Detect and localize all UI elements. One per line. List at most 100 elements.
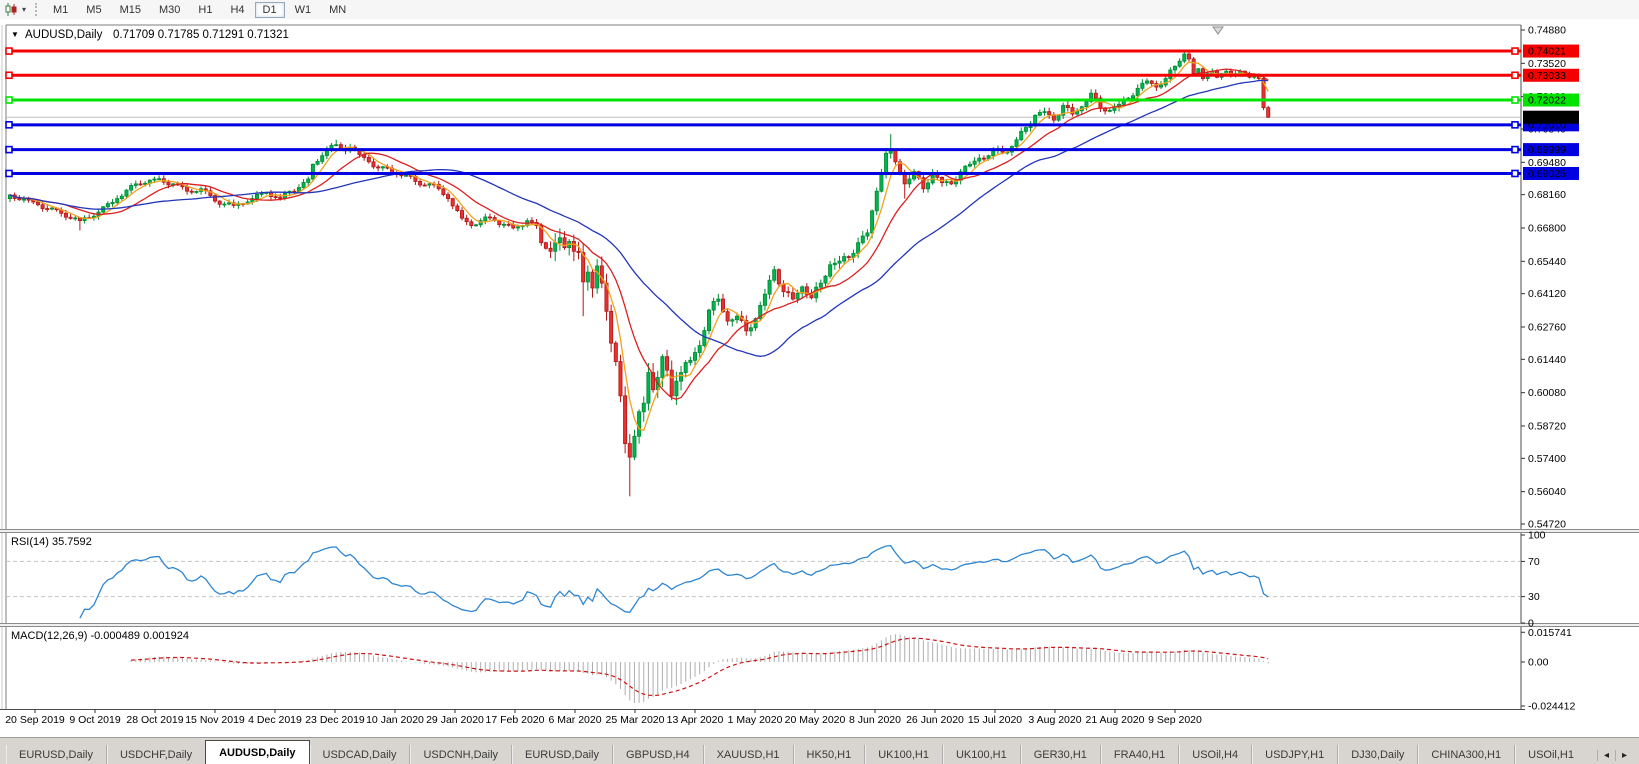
chart-header-symbol: AUDUSD,Daily: [25, 29, 103, 41]
toolbar-grip[interactable]: [35, 3, 38, 16]
candle-body: [166, 181, 171, 186]
candle-body: [35, 201, 40, 206]
chart-tab-hk50-h1[interactable]: HK50,H1: [792, 745, 865, 764]
candle-body: [506, 223, 511, 226]
support-1-handle[interactable]: [1511, 121, 1519, 129]
candle-body: [963, 165, 968, 173]
tab-scroll-left-icon[interactable]: ◂: [1596, 749, 1615, 761]
resistance-1-handle[interactable]: [1511, 47, 1519, 55]
candle-body: [217, 200, 222, 205]
timeframe-button-m30[interactable]: M30: [151, 2, 188, 18]
resistance-1-badge-label: 0.74021: [1528, 46, 1566, 58]
chart-tab-gbpusd-h4[interactable]: GBPUSD,H4: [612, 745, 703, 764]
candle-body: [189, 190, 194, 193]
candle-body: [637, 411, 642, 437]
candle-body: [17, 198, 22, 201]
date-tick-label: 6 Mar 2020: [548, 714, 601, 726]
candle-body: [595, 265, 600, 289]
timeframe-button-m15[interactable]: M15: [112, 2, 149, 18]
timeframe-button-d1[interactable]: D1: [254, 1, 285, 18]
timeframe-button-w1[interactable]: W1: [287, 2, 320, 18]
chart-header-ohlc: 0.71709 0.71785 0.71291 0.71321: [113, 29, 289, 41]
chart-canvas[interactable]: 0.748800.735200.721600.708400.694800.681…: [0, 19, 1639, 733]
candle-body: [133, 183, 138, 186]
resistance-2-handle[interactable]: [1511, 71, 1519, 80]
candle-body: [366, 157, 371, 163]
price-tick-label: 0.73520: [1528, 58, 1566, 70]
candle-body: [725, 311, 730, 322]
price-tick-label: 0.58720: [1528, 420, 1566, 432]
chart-tab-usdcad-daily[interactable]: USDCAD,Daily: [310, 745, 410, 764]
candle-body: [1140, 82, 1145, 89]
candle-body: [977, 157, 982, 162]
candle-body: [693, 352, 698, 361]
date-tick-label: 23 Dec 2019: [305, 714, 365, 726]
candle-body: [157, 178, 162, 181]
chart-tab-usdjpy-h1[interactable]: USDJPY,H1: [1251, 745, 1337, 764]
chart-tab-audusd-daily[interactable]: AUDUSD,Daily: [205, 740, 310, 764]
candle-body: [278, 196, 283, 199]
support-3-handle[interactable]: [5, 169, 13, 178]
candle-body: [21, 198, 26, 201]
candle-body: [1159, 84, 1164, 88]
resistance-2-handle[interactable]: [5, 71, 13, 80]
chart-tab-usdcnh-daily[interactable]: USDCNH,Daily: [409, 745, 511, 764]
candle-body: [856, 242, 861, 254]
candle-body: [716, 298, 721, 302]
candle-body: [446, 194, 451, 199]
support-3-handle[interactable]: [1511, 169, 1519, 178]
timeframe-button-m1[interactable]: M1: [45, 2, 76, 18]
support-2-handle[interactable]: [5, 145, 13, 154]
price-tick-label: 0.62760: [1528, 321, 1566, 333]
chart-tab-uk100-h1[interactable]: UK100,H1: [864, 745, 942, 764]
candle-body: [45, 208, 50, 210]
chart-tab-usoil-h4[interactable]: USOil,H4: [1178, 745, 1251, 764]
chart-tab-uk100-h1[interactable]: UK100,H1: [941, 745, 1020, 764]
chart-tab-usoil-h1[interactable]: USOil,H1: [1514, 745, 1587, 764]
tab-scroll-right-icon[interactable]: ▸: [1614, 749, 1633, 761]
candle-body: [1173, 65, 1178, 71]
resistance-1-handle[interactable]: [5, 47, 13, 55]
date-tick-label: 15 Nov 2019: [185, 714, 245, 726]
candle-body: [222, 203, 227, 206]
candle-body: [501, 223, 506, 226]
candle-body: [338, 144, 343, 149]
candle-body: [473, 224, 478, 227]
candle-body: [590, 271, 595, 289]
timeframe-button-h1[interactable]: H1: [190, 2, 220, 18]
chart-tab-usdchf-daily[interactable]: USDCHF,Daily: [105, 745, 205, 764]
header-collapse-icon[interactable]: ▼: [11, 30, 19, 39]
candle-body: [870, 210, 875, 234]
timeframe-button-m5[interactable]: M5: [78, 2, 109, 18]
candle-body: [273, 196, 278, 199]
candle-body: [371, 161, 376, 168]
candle-body: [1135, 87, 1140, 97]
candle-body: [254, 194, 259, 199]
timeframe-button-mn[interactable]: MN: [321, 2, 354, 18]
candle-body: [790, 292, 795, 300]
chart-tab-xauusd-h1[interactable]: XAUUSD,H1: [702, 745, 793, 764]
pivot-handle[interactable]: [5, 96, 13, 104]
chart-type-button[interactable]: ▾: [0, 1, 30, 18]
candle-body: [571, 241, 576, 252]
chart-tab-ger30-h1[interactable]: GER30,H1: [1019, 745, 1100, 764]
chart-tab-china300-h1[interactable]: CHINA300,H1: [1417, 745, 1514, 764]
macd-tick-label: -0.024412: [1528, 701, 1575, 713]
candle-body: [772, 269, 777, 281]
candle-body: [609, 310, 614, 344]
timeframe-button-h4[interactable]: H4: [222, 2, 252, 18]
tab-scroll-buttons: ◂ ▸: [1596, 745, 1639, 764]
pivot-handle[interactable]: [1511, 96, 1519, 104]
candle-body: [874, 190, 879, 212]
candle-body: [301, 182, 306, 188]
chart-tab-dj30-daily[interactable]: DJ30,Daily: [1337, 745, 1417, 764]
support-2-handle[interactable]: [1511, 145, 1519, 154]
candle-body: [422, 184, 427, 187]
chart-tab-eurusd-daily[interactable]: EURUSD,Daily: [511, 745, 612, 764]
chart-tab-eurusd-daily[interactable]: EURUSD,Daily: [6, 745, 106, 764]
support-1-handle[interactable]: [5, 121, 13, 129]
candle-body: [767, 279, 772, 295]
candlestick-chart-icon: [5, 3, 17, 16]
chart-tab-fra40-h1[interactable]: FRA40,H1: [1099, 745, 1178, 764]
candle-body: [1107, 109, 1112, 112]
